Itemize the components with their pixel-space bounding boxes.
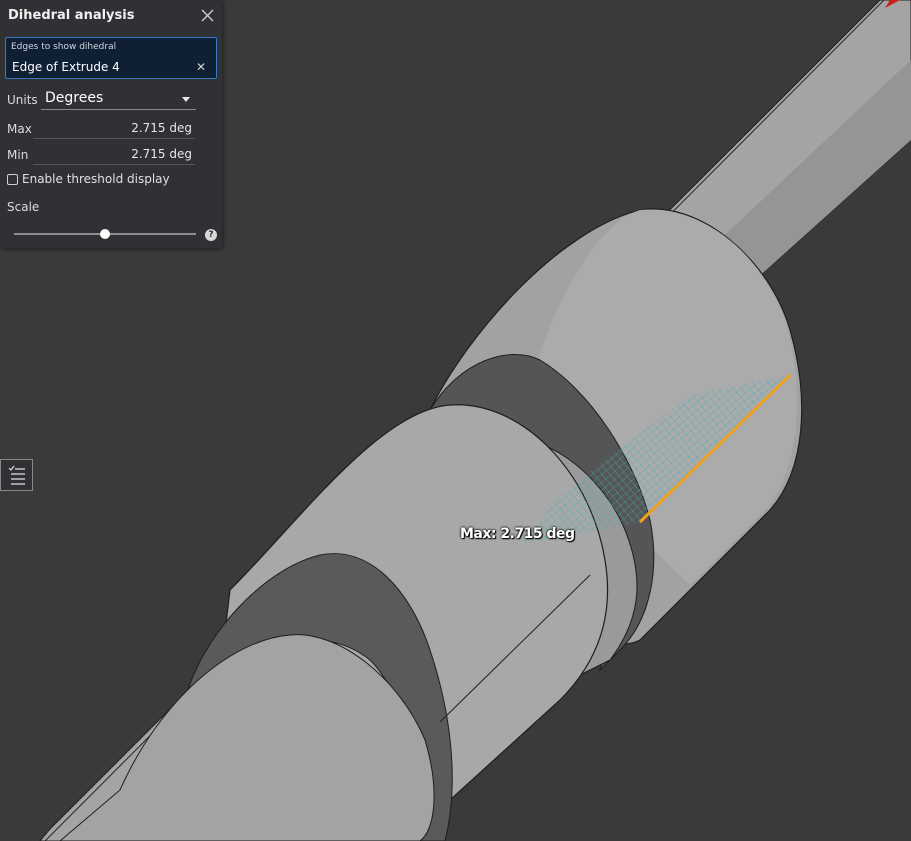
min-label: Min <box>7 148 29 162</box>
measurement-label: Max: 2.715 deg <box>460 526 575 542</box>
list-icon <box>8 465 25 485</box>
max-value: 2.715 deg <box>33 121 195 139</box>
max-label: Max <box>7 122 32 136</box>
min-value: 2.715 deg <box>33 147 195 165</box>
help-icon[interactable]: ? <box>205 229 217 241</box>
dihedral-analysis-panel: Dihedral analysis Edges to show dihedral… <box>0 0 222 248</box>
units-value: Degrees <box>45 90 104 106</box>
threshold-label[interactable]: Enable threshold display <box>22 172 170 186</box>
units-label: Units <box>7 93 38 107</box>
edge-selection-label: Edges to show dihedral <box>11 42 117 52</box>
list-toggle-button[interactable] <box>0 459 33 491</box>
edge-selection-value: Edge of Extrude 4 <box>12 60 120 74</box>
scale-label: Scale <box>7 200 40 214</box>
clear-icon[interactable]: ✕ <box>196 60 206 74</box>
threshold-checkbox[interactable] <box>7 174 18 185</box>
close-icon[interactable] <box>201 9 214 22</box>
edge-selection-field[interactable]: Edges to show dihedral Edge of Extrude 4… <box>5 37 217 79</box>
scale-slider-thumb[interactable] <box>100 229 110 239</box>
panel-title: Dihedral analysis <box>8 8 135 23</box>
units-dropdown[interactable]: Degrees <box>41 88 196 110</box>
chevron-down-icon <box>182 97 190 102</box>
